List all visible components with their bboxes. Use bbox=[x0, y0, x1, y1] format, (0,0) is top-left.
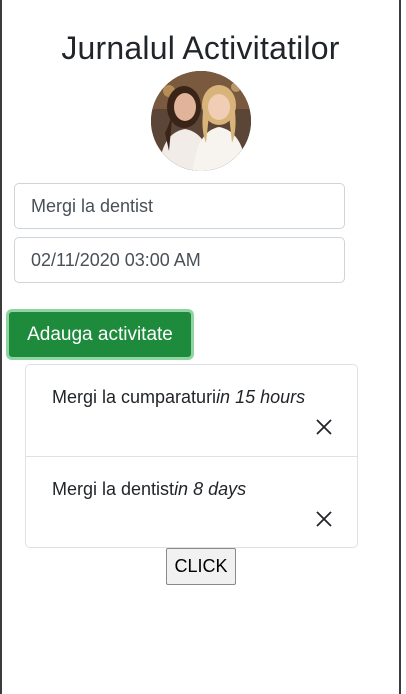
close-icon[interactable] bbox=[315, 510, 333, 528]
activity-item-text: Mergi la dentistin 8 days bbox=[52, 479, 247, 499]
activity-datetime-input[interactable] bbox=[14, 237, 345, 283]
avatar bbox=[151, 71, 251, 171]
activity-list: Mergi la cumparaturiin 15 hours Mergi la… bbox=[25, 364, 358, 548]
close-icon[interactable] bbox=[315, 418, 333, 436]
list-item: Mergi la cumparaturiin 15 hours bbox=[26, 365, 357, 457]
activity-name-input[interactable] bbox=[14, 183, 345, 229]
activity-item-text: Mergi la cumparaturiin 15 hours bbox=[52, 387, 306, 407]
click-button[interactable]: CLICK bbox=[166, 548, 236, 585]
list-item: Mergi la dentistin 8 days bbox=[26, 457, 357, 548]
page-title: Jurnalul Activitatilor bbox=[61, 30, 340, 66]
window-border-left bbox=[0, 0, 2, 694]
window-border-right bbox=[399, 0, 401, 694]
avatar-photo bbox=[151, 71, 251, 171]
add-activity-button[interactable]: Adauga activitate bbox=[6, 309, 194, 360]
